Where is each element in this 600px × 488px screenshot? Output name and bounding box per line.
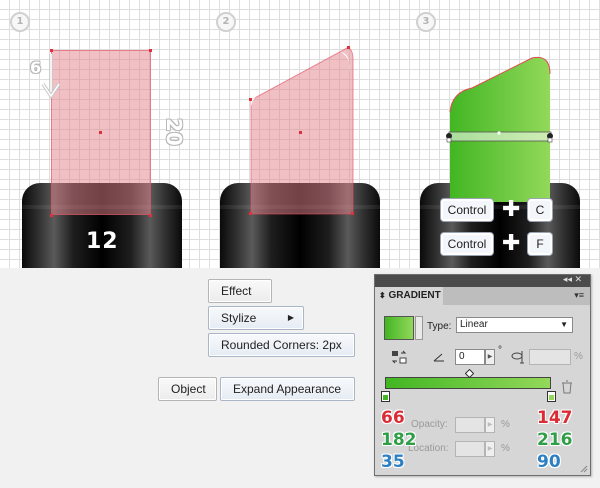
rounded-corners-menu-button[interactable]: Rounded Corners: 2px [208,333,355,357]
start-green-value: 182 [381,430,417,450]
color-stop-fill [383,395,388,400]
object-menu-button[interactable]: Object [158,377,217,401]
anchor-point[interactable] [149,214,152,217]
start-color-stop[interactable] [381,391,390,402]
collapse-close-controls[interactable]: ◂◂ ✕ [563,274,582,285]
location-percent: % [501,443,510,454]
green-gradient-shape-step3[interactable] [446,52,556,202]
f-key: F [527,232,553,256]
tab-toggle-icon: ⬍ [379,291,386,300]
end-red-value: 147 [537,408,573,428]
location-input [455,441,485,457]
stylize-label: Stylize [221,311,257,325]
move-amount-label: 6 [30,58,42,77]
gradient-slider-bar[interactable] [385,377,551,389]
panel-titlebar[interactable]: ◂◂ ✕ [375,274,590,287]
resize-grip-icon[interactable] [580,465,588,473]
aspect-ratio-input [529,349,571,365]
panel-title: GRADIENT [388,290,441,301]
pink-slanted-shape-step2[interactable] [245,42,357,222]
artboard-canvas: 1 2 3 6 20 12 Control ✚ C Control ✚ F [0,0,600,268]
height-dimension-label: 20 [162,118,186,146]
opacity-input [455,417,485,433]
type-label: Type: [427,321,452,332]
aspect-ratio-icon [511,351,524,364]
step-2-badge: 2 [216,12,236,32]
gradient-panel: ◂◂ ✕ ⬍ GRADIENT ▾≡ Type: Linear ▼ 0 ▶ ° … [374,274,591,476]
c-key: C [527,198,553,222]
end-blue-value: 90 [537,452,561,472]
opacity-percent: % [501,419,510,430]
midpoint-diamond-icon[interactable] [465,369,474,378]
aspect-percent: % [574,351,583,362]
step-1-badge: 1 [10,12,30,32]
step-3-badge: 3 [416,12,436,32]
angle-stepper[interactable]: ▶ [485,349,495,365]
expand-appearance-button[interactable]: Expand Appearance [220,377,355,401]
anchor-point[interactable] [99,131,102,134]
gradient-tab[interactable]: ⬍ GRADIENT [375,287,443,305]
submenu-arrow-icon: ▶ [287,313,294,322]
control-key: Control [440,232,494,256]
start-red-value: 66 [381,408,405,428]
anchor-point[interactable] [50,214,53,217]
move-down-arrow-icon [41,54,61,100]
anchor-point[interactable] [149,49,152,52]
end-color-stop[interactable] [547,391,556,402]
cap-number-label: 12 [86,229,119,254]
angle-input[interactable]: 0 [455,349,485,365]
type-value: Linear [460,319,488,330]
plus-icon: ✚ [502,197,521,222]
gradient-swatch[interactable] [384,316,414,340]
color-stop-fill [549,395,554,400]
end-green-value: 216 [537,430,573,450]
reverse-gradient-icon[interactable] [391,350,407,364]
panel-menu-icon[interactable]: ▾≡ [574,290,584,301]
degree-symbol: ° [498,345,502,356]
control-key: Control [440,198,494,222]
type-select[interactable]: Linear ▼ [456,317,573,333]
swatch-dropdown[interactable] [415,316,423,340]
plus-icon: ✚ [502,231,521,256]
effect-menu-button[interactable]: Effect [208,279,272,303]
start-blue-value: 35 [381,452,405,472]
angle-icon [433,353,444,362]
opacity-label: Opacity: [411,419,448,430]
location-stepper: ▶ [485,441,495,457]
opacity-stepper: ▶ [485,417,495,433]
stylize-menu-button[interactable]: Stylize ▶ [208,306,304,330]
trash-icon[interactable] [561,380,573,394]
dropdown-arrow-icon: ▼ [560,320,568,329]
